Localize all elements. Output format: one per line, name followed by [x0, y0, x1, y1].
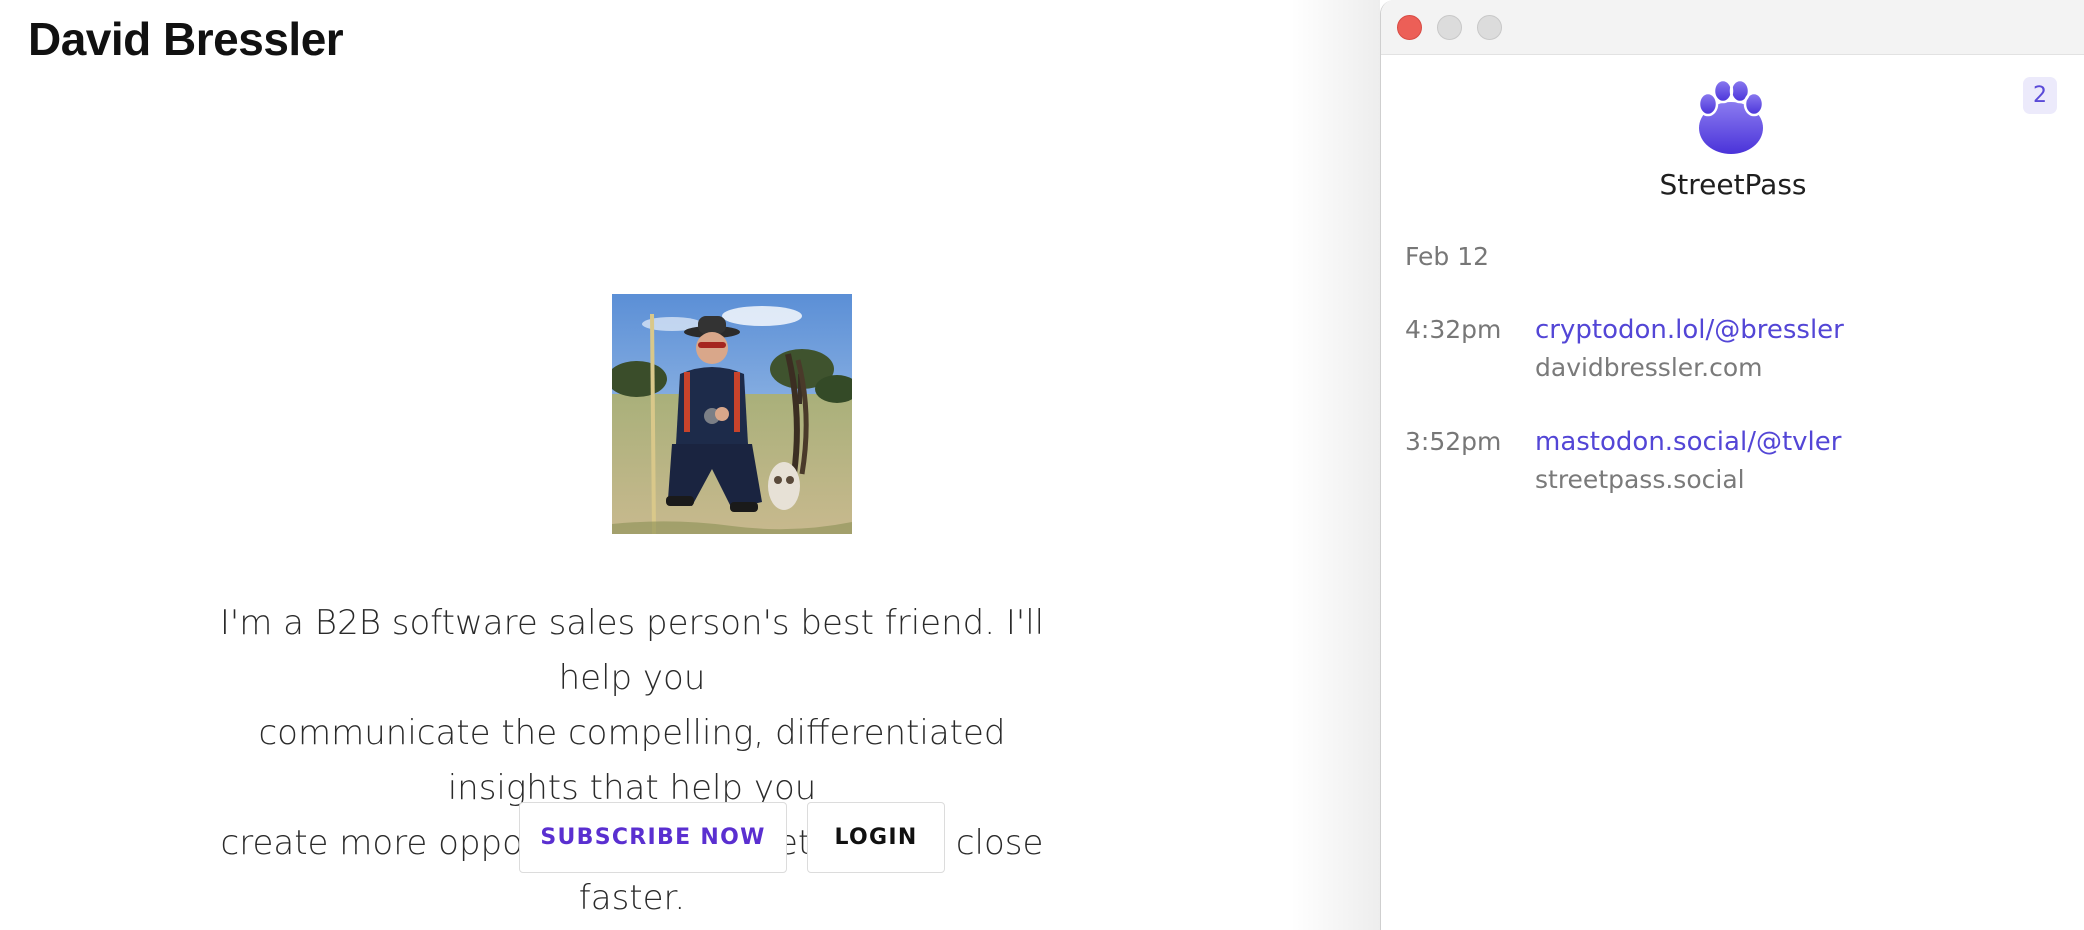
window-shadow — [1290, 0, 1380, 930]
paw-icon — [1696, 78, 1766, 156]
entry-time: 4:32pm — [1405, 315, 1502, 344]
entry-site: streetpass.social — [1535, 465, 1745, 494]
bio-text: I'm a B2B software sales person's best f… — [200, 596, 1064, 926]
count-badge: 2 — [2023, 77, 2057, 114]
minimize-window-button[interactable] — [1437, 15, 1462, 40]
bio-line: communicate the compelling, differentiat… — [258, 713, 1006, 808]
entry-site: davidbressler.com — [1535, 353, 1763, 382]
list-item[interactable]: 3:52pm mastodon.social/@tvler streetpass… — [1381, 427, 2084, 517]
site-title[interactable]: David Bressler — [28, 12, 344, 66]
date-group-label: Feb 12 — [1405, 242, 1490, 271]
bio-line: I'm a B2B software sales person's best f… — [219, 603, 1045, 698]
entry-handle-link[interactable]: cryptodon.lol/@bressler — [1535, 315, 1844, 345]
entry-time: 3:52pm — [1405, 427, 1502, 456]
login-button[interactable]: LOGIN — [807, 802, 945, 873]
entry-handle-link[interactable]: mastodon.social/@tvler — [1535, 427, 1841, 457]
close-window-button[interactable] — [1397, 15, 1422, 40]
streetpass-window: 2 StreetPass Feb 12 4:32pm cryptodon.lol… — [1380, 0, 2084, 930]
app-name: StreetPass — [1659, 168, 1807, 201]
window-titlebar[interactable] — [1381, 0, 2084, 55]
profile-photo — [612, 294, 852, 534]
subscribe-button[interactable]: SUBSCRIBE NOW — [519, 802, 787, 873]
maximize-window-button[interactable] — [1477, 15, 1502, 40]
list-item[interactable]: 4:32pm cryptodon.lol/@bressler davidbres… — [1381, 315, 2084, 405]
